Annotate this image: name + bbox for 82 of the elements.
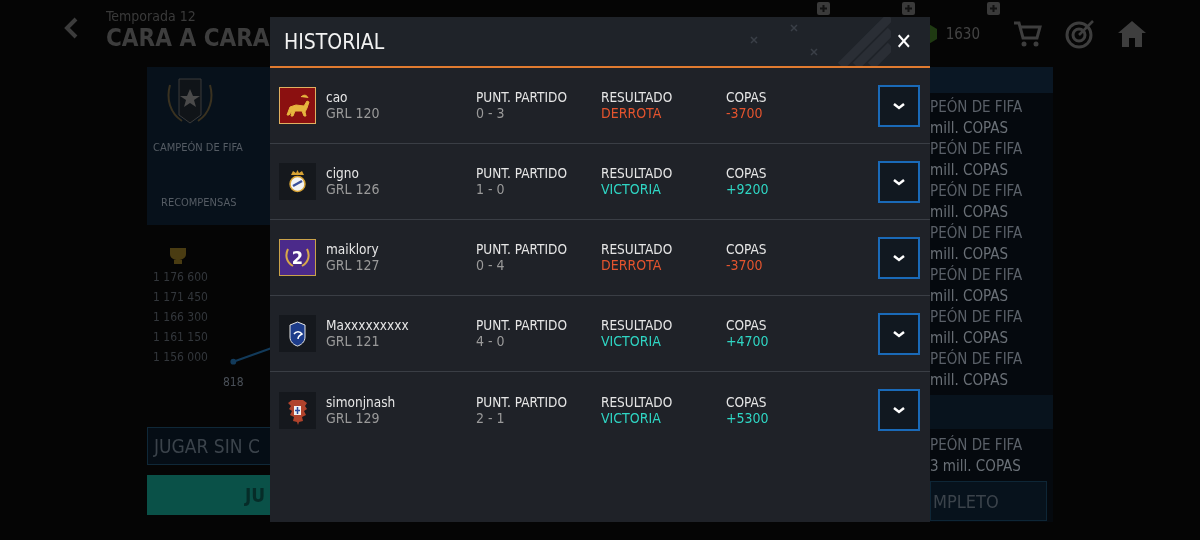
reward-amount: mill. COPAS [930,370,1009,391]
chevron-down-icon [893,253,905,262]
crest-icon [279,391,316,429]
player-name: cao [326,90,349,105]
match-score: 4 - 0 [476,333,506,349]
player-name: cigno [326,166,360,181]
chevron-down-icon [893,177,905,186]
result-label: RESULTADO [601,242,674,257]
trophy-icon [167,247,189,265]
axis-label: 818 [223,375,244,389]
currency-amount: 1630 [945,25,980,43]
score-label: PUNT. PARTIDO [476,242,568,257]
cups-change: -3700 [726,257,764,273]
expand-button[interactable] [878,389,920,431]
player-rating: GRL 120 [326,105,381,121]
result-label: RESULTADO [601,90,674,105]
home-icon[interactable] [1116,18,1148,50]
dialog-title: HISTORIAL [284,29,385,54]
player-name: Maxxxxxxxxx [326,318,410,333]
player-rating: GRL 129 [326,409,380,426]
result-label: RESULTADO [601,318,674,333]
reward-amount: mill. COPAS [930,160,1009,181]
player-name: maiklory [326,242,380,257]
cups-change: +9200 [726,181,770,197]
reward-division: PEÓN DE FIFA [930,307,1024,328]
reward-division: PEÓN DE FIFA [930,435,1024,456]
screen-title: CARA A CARA [106,24,270,52]
reward-division: PEÓN DE FIFA [930,181,1024,202]
reward-amount: mill. COPAS [930,202,1009,223]
plus-icon[interactable] [987,2,1000,15]
reward-division: PEÓN DE FIFA [930,349,1024,370]
cups-change: +5300 [726,409,770,426]
reward-amount: 3 mill. COPAS [930,456,1022,477]
score-label: PUNT. PARTIDO [476,318,568,333]
expand-button[interactable] [878,236,920,279]
target-icon[interactable] [1064,18,1096,50]
cups-label: COPAS [726,394,768,410]
match-score: 1 - 0 [476,181,506,197]
player-rating: GRL 126 [326,181,381,197]
shield-icon [279,315,316,352]
crest-icon [279,163,316,200]
chevron-down-icon [893,329,905,338]
plus-icon[interactable] [902,2,915,15]
reward-division: PEÓN DE FIFA [930,265,1024,286]
reward-amount: mill. COPAS [930,244,1009,265]
player-rating: GRL 121 [326,333,381,349]
plus-icon[interactable] [817,2,830,15]
division-label: CAMPEÓN DE FIFA [153,141,244,154]
score-label: PUNT. PARTIDO [476,166,568,181]
match-result: VICTORIA [601,181,662,197]
close-button[interactable]: ✕ [891,29,916,54]
rank-badge: 2 [279,239,316,276]
reward-division: PEÓN DE FIFA [930,139,1024,160]
expand-button[interactable] [878,84,920,127]
chevron-down-icon [893,101,905,110]
cups-label: COPAS [726,90,768,105]
reward-division: PEÓN DE FIFA [930,97,1024,118]
result-label: RESULTADO [601,394,674,410]
match-score: 0 - 3 [476,105,506,121]
chevron-down-icon [893,406,905,414]
match-result: VICTORIA [601,333,662,349]
match-result: VICTORIA [601,409,662,426]
expand-button[interactable] [878,160,920,203]
cups-label: COPAS [726,318,768,333]
cups-label: COPAS [726,166,768,181]
reward-division: PEÓN DE FIFA [930,223,1024,244]
cups-change: +4700 [726,333,770,349]
reward-amount: mill. COPAS [930,286,1009,307]
player-name: simonjnash [326,394,397,410]
cups-label: COPAS [726,242,768,257]
cups-change: -3700 [726,105,764,121]
score-label: PUNT. PARTIDO [476,394,568,410]
score-label: PUNT. PARTIDO [476,90,568,105]
match-result: DERROTA [601,105,663,121]
result-label: RESULTADO [601,166,674,181]
expand-button[interactable] [878,312,920,355]
reward-amount: mill. COPAS [930,118,1009,139]
match-score: 0 - 4 [476,257,506,273]
reward-amount: mill. COPAS [930,328,1009,349]
match-score: 2 - 1 [476,409,506,426]
player-rating: GRL 127 [326,257,381,273]
match-result: DERROTA [601,257,663,273]
